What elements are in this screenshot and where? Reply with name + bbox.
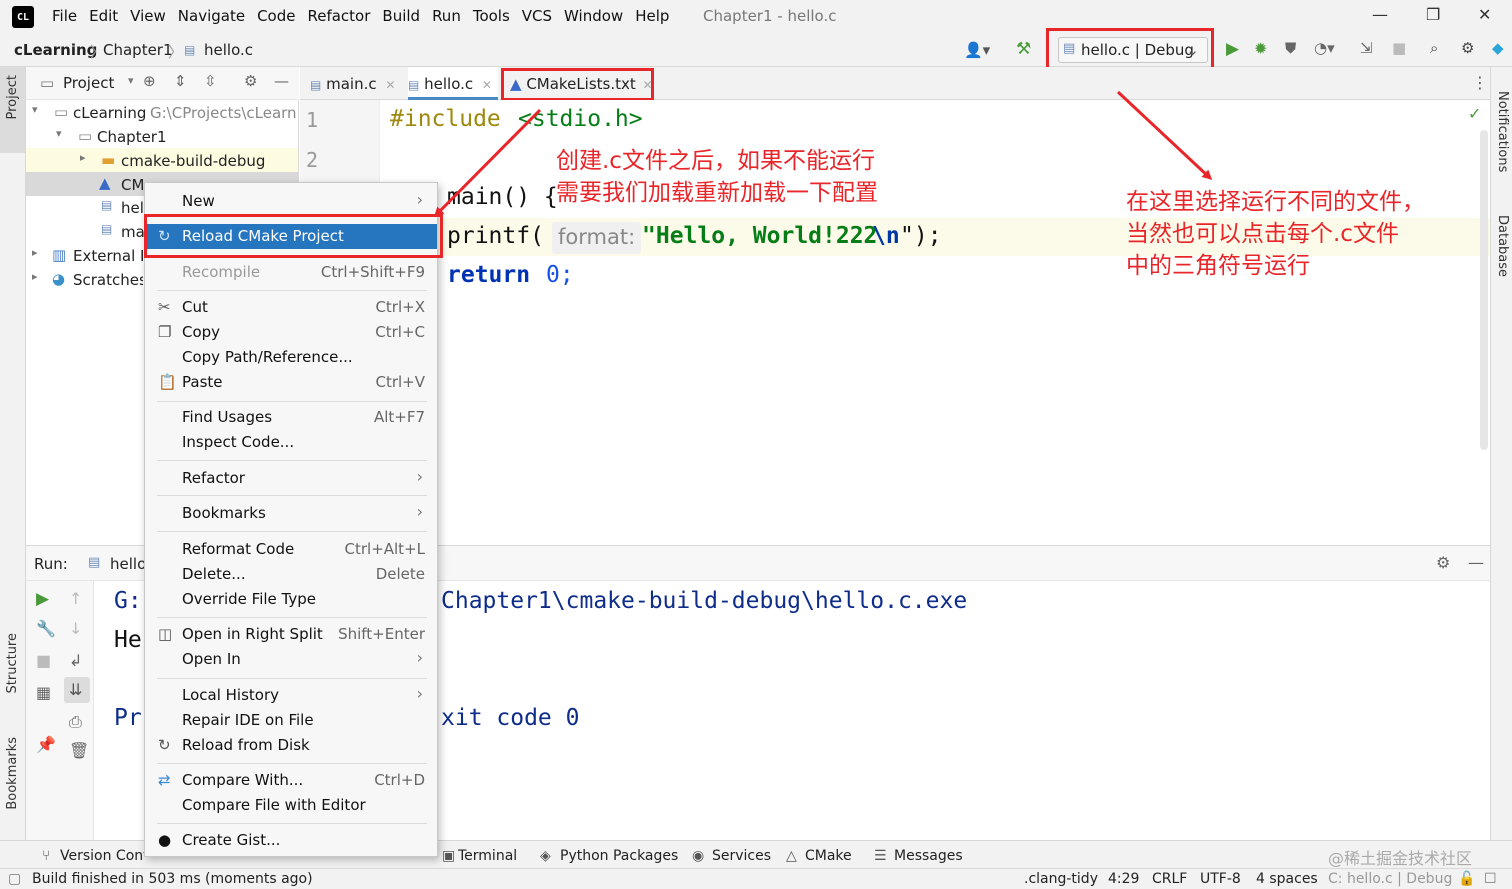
annotation-run-line1: 在这里选择运行不同的文件， xyxy=(1126,189,1425,215)
annotation-run-line2: 当然也可以点击每个.c文件 xyxy=(1126,221,1399,247)
annotation-run-line3: 中的三角符号运行 xyxy=(1126,253,1310,279)
annotation-reload-line2: 需要我们加载重新加载一下配置 xyxy=(556,180,878,206)
annotation-arrows xyxy=(433,90,1213,218)
arrow-to-reload xyxy=(433,108,542,218)
annotation-reload-line1: 创建.c文件之后，如果不能运行 xyxy=(556,148,875,174)
arrow-to-run-config xyxy=(1116,90,1213,181)
